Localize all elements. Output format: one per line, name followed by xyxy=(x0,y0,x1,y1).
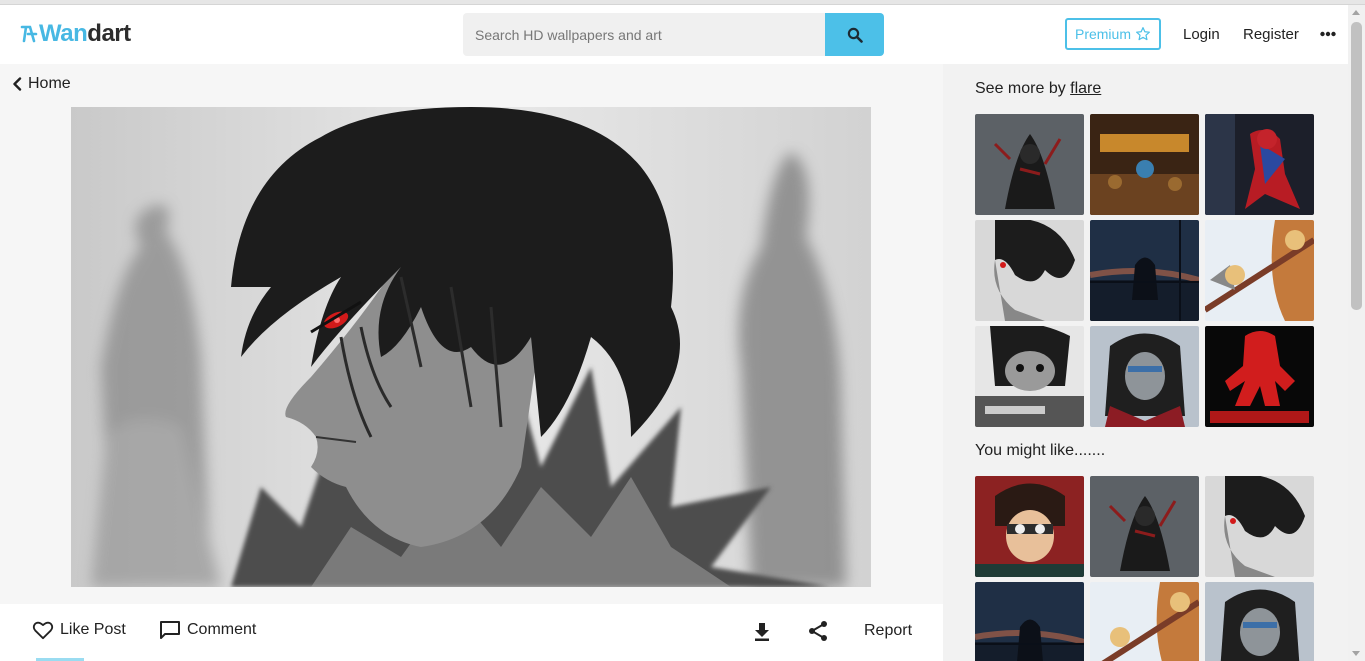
you-might-like-heading: You might like....... xyxy=(975,442,1106,459)
comment-button[interactable]: Comment xyxy=(159,620,256,640)
thumbnail[interactable] xyxy=(1090,220,1199,321)
report-link[interactable]: Report xyxy=(864,622,912,640)
thumbnail[interactable] xyxy=(1090,114,1199,215)
back-home-label: Home xyxy=(28,75,71,92)
scrollbar-thumb[interactable] xyxy=(1351,22,1362,310)
thumbnail[interactable] xyxy=(975,476,1084,577)
premium-label: Premium xyxy=(1074,26,1131,42)
comment-icon xyxy=(160,621,180,639)
download-button[interactable] xyxy=(751,620,773,642)
logo-mark-icon xyxy=(20,25,38,43)
heart-icon xyxy=(32,621,54,640)
sidebar: See more by flare You might like....... xyxy=(943,64,1348,661)
thumbnail[interactable] xyxy=(1090,326,1199,427)
more-menu-button[interactable] xyxy=(1320,25,1338,43)
logo-accent-text: Wan xyxy=(39,20,88,47)
like-post-button[interactable]: Like Post xyxy=(32,620,126,640)
thumbnail[interactable] xyxy=(1205,114,1314,215)
scroll-down-arrow-icon[interactable] xyxy=(1352,651,1360,656)
post-actions-bar: Like Post Comment Report xyxy=(0,604,943,661)
thumbnail[interactable] xyxy=(1205,326,1314,427)
see-more-heading: See more by flare xyxy=(975,80,1101,98)
login-link[interactable]: Login xyxy=(1183,26,1220,43)
thumbnail[interactable] xyxy=(1205,476,1314,577)
thumbnail[interactable] xyxy=(975,326,1084,427)
thumbnail[interactable] xyxy=(1090,476,1199,577)
premium-button[interactable]: Premium xyxy=(1065,18,1161,50)
search-icon xyxy=(847,27,863,43)
thumbnail[interactable] xyxy=(975,114,1084,215)
scroll-up-arrow-icon[interactable] xyxy=(1352,10,1360,15)
download-icon xyxy=(755,623,769,641)
search-input[interactable] xyxy=(463,13,825,56)
artwork-graphic xyxy=(71,107,871,587)
site-header: Wandart Premium Login Register xyxy=(0,5,1348,64)
back-home-link[interactable]: Home xyxy=(12,75,71,93)
chevron-left-icon xyxy=(13,77,22,91)
thumbnail[interactable] xyxy=(975,220,1084,321)
recommended-thumbnail-grid xyxy=(975,476,1314,661)
search-bar xyxy=(463,13,884,56)
thumbnail[interactable] xyxy=(1205,220,1314,321)
page-scrollbar[interactable] xyxy=(1348,5,1365,661)
artwork-image[interactable] xyxy=(71,107,871,587)
logo[interactable]: Wan dart xyxy=(20,19,131,49)
thumbnail[interactable] xyxy=(1090,582,1199,661)
see-more-prefix: See more by xyxy=(975,80,1071,97)
comment-label: Comment xyxy=(187,621,257,638)
author-thumbnail-grid xyxy=(975,114,1314,427)
share-button[interactable] xyxy=(807,620,829,642)
more-icon xyxy=(1320,31,1336,37)
like-post-label: Like Post xyxy=(60,621,126,638)
author-link[interactable]: flare xyxy=(1070,80,1101,97)
thumbnail[interactable] xyxy=(975,582,1084,661)
thumbnail[interactable] xyxy=(1205,582,1314,661)
main-content: Home xyxy=(0,64,943,604)
share-icon xyxy=(809,621,827,641)
search-button[interactable] xyxy=(825,13,884,56)
star-icon xyxy=(1136,27,1150,41)
logo-text: dart xyxy=(87,20,131,47)
register-link[interactable]: Register xyxy=(1243,26,1299,43)
